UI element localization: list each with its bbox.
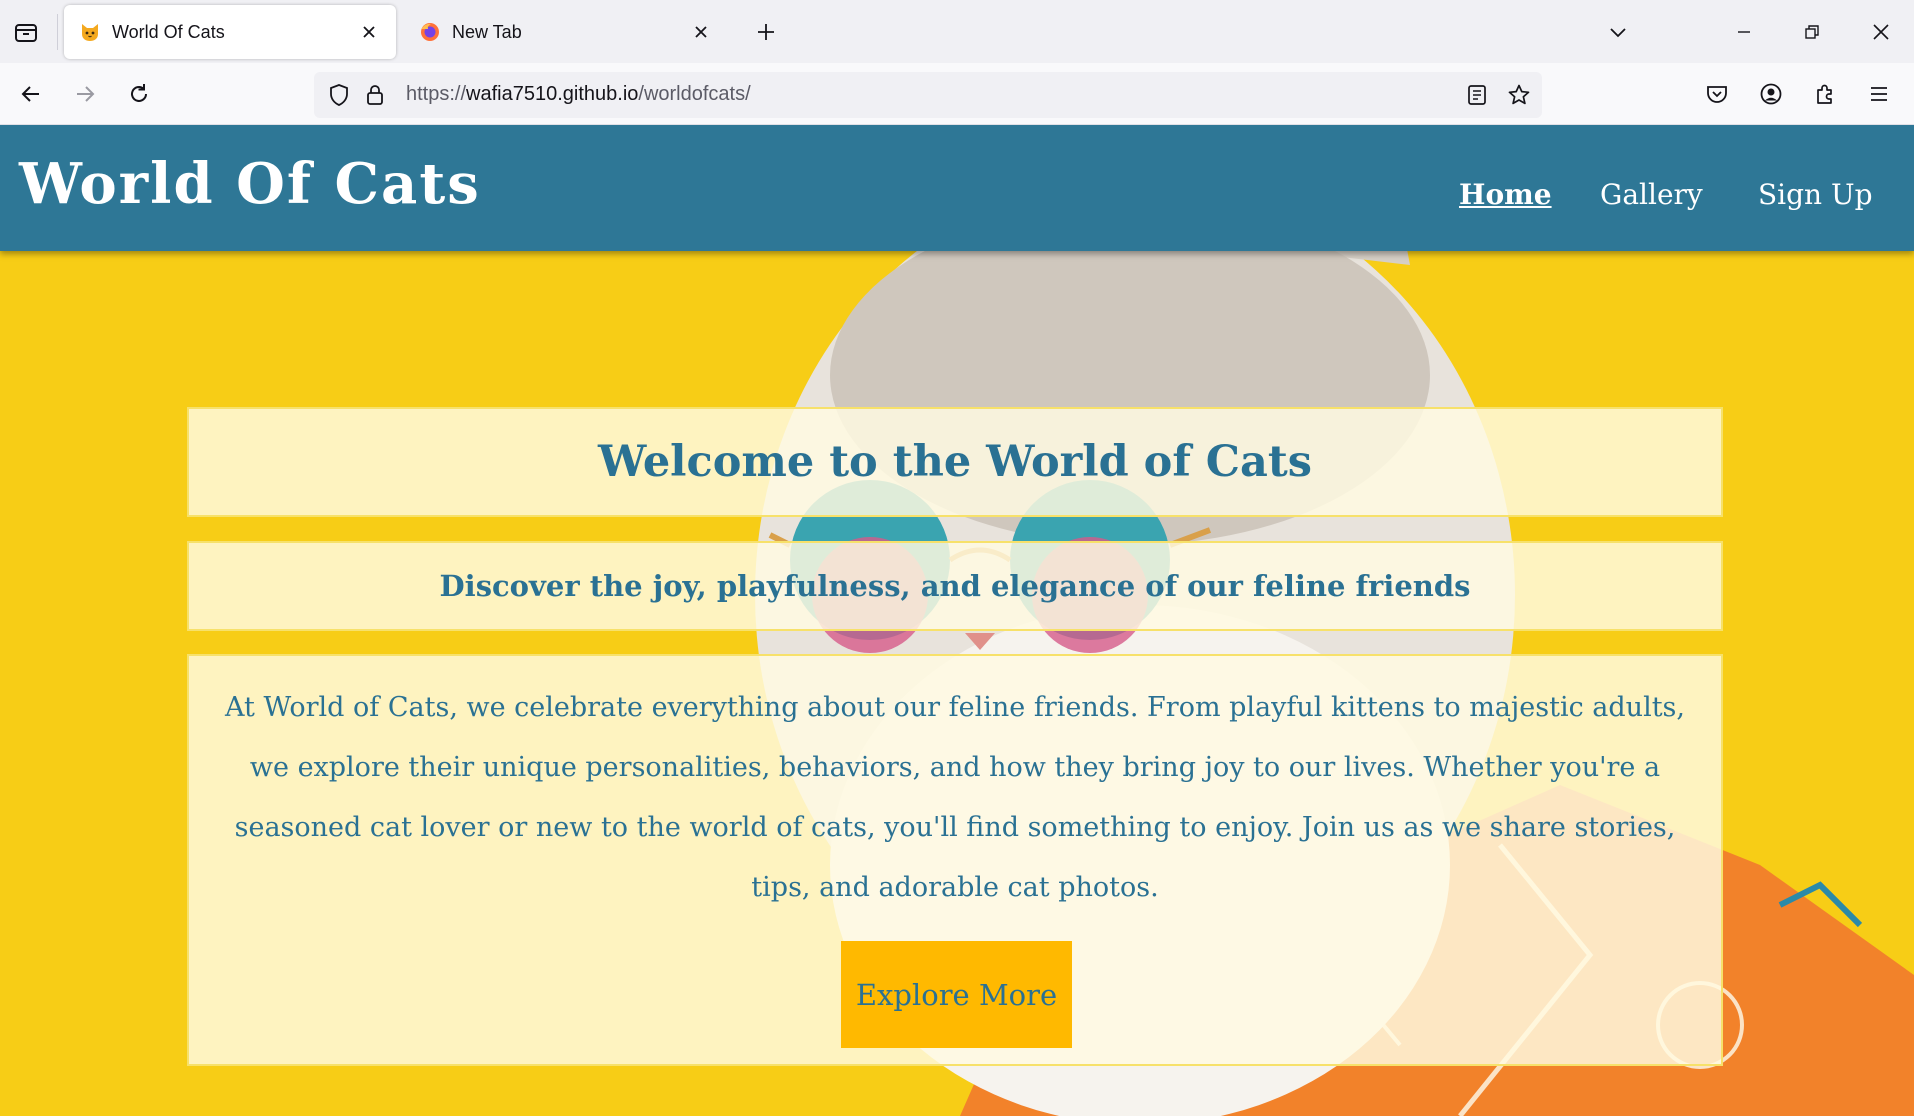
close-tab-icon[interactable] xyxy=(356,19,382,45)
url-scheme: https:// xyxy=(406,83,467,105)
close-tab-icon[interactable] xyxy=(688,19,714,45)
explore-more-button[interactable]: Explore More xyxy=(841,941,1072,1048)
tab-world-of-cats[interactable]: World Of Cats xyxy=(64,5,396,59)
reader-view-icon[interactable] xyxy=(1462,80,1492,110)
chevron-down-icon[interactable] xyxy=(1600,14,1636,50)
tab-title: New Tab xyxy=(452,21,522,42)
window-close-icon[interactable] xyxy=(1851,6,1911,58)
bookmark-star-icon[interactable] xyxy=(1504,80,1534,110)
intro-paragraph: At World of Cats, we celebrate everythin… xyxy=(224,692,1685,903)
firefox-icon xyxy=(418,20,442,44)
extensions-icon[interactable] xyxy=(1806,75,1844,113)
back-arrow-icon[interactable] xyxy=(12,75,50,113)
pocket-icon[interactable] xyxy=(1698,75,1736,113)
url-host: wafia7510.github.io xyxy=(466,83,639,105)
forward-arrow-icon[interactable] xyxy=(66,75,104,113)
account-icon[interactable] xyxy=(1752,75,1790,113)
hero-heading: Welcome to the World of Cats xyxy=(598,437,1312,487)
nav-link-gallery[interactable]: Gallery xyxy=(1600,178,1703,211)
new-tab-icon[interactable] xyxy=(748,14,784,50)
tab-new-tab[interactable]: New Tab xyxy=(404,5,728,59)
url-text[interactable]: https://wafia7510.github.io/worldofcats/ xyxy=(406,83,751,106)
tab-separator xyxy=(57,14,58,50)
tab-list-icon[interactable] xyxy=(8,14,44,50)
welcome-panel: Welcome to the World of Cats xyxy=(187,407,1723,517)
minimize-icon[interactable] xyxy=(1714,6,1774,58)
web-page: World Of Cats Home Gallery Sign Up Welco… xyxy=(0,125,1914,1116)
nav-link-sign-up[interactable]: Sign Up xyxy=(1758,178,1873,211)
restore-icon[interactable] xyxy=(1782,6,1842,58)
nav-toolbar: https://wafia7510.github.io/worldofcats/ xyxy=(0,63,1914,125)
site-header: World Of Cats Home Gallery Sign Up xyxy=(0,125,1914,251)
shield-icon[interactable] xyxy=(324,80,354,110)
hero-tagline: Discover the joy, playfulness, and elega… xyxy=(439,569,1471,603)
tab-strip: World Of Cats New Tab xyxy=(0,0,1914,63)
url-bar[interactable]: https://wafia7510.github.io/worldofcats/ xyxy=(314,72,1542,118)
lock-icon[interactable] xyxy=(360,80,390,110)
tab-title: World Of Cats xyxy=(112,21,225,42)
site-title[interactable]: World Of Cats xyxy=(19,151,481,217)
intro-panel: At World of Cats, we celebrate everythin… xyxy=(187,654,1723,1066)
hamburger-menu-icon[interactable] xyxy=(1860,75,1898,113)
tagline-panel: Discover the joy, playfulness, and elega… xyxy=(187,541,1723,631)
cat-face-icon xyxy=(78,20,102,44)
url-path: /worldofcats/ xyxy=(638,83,751,105)
reload-icon[interactable] xyxy=(120,75,158,113)
nav-link-home[interactable]: Home xyxy=(1459,178,1552,211)
